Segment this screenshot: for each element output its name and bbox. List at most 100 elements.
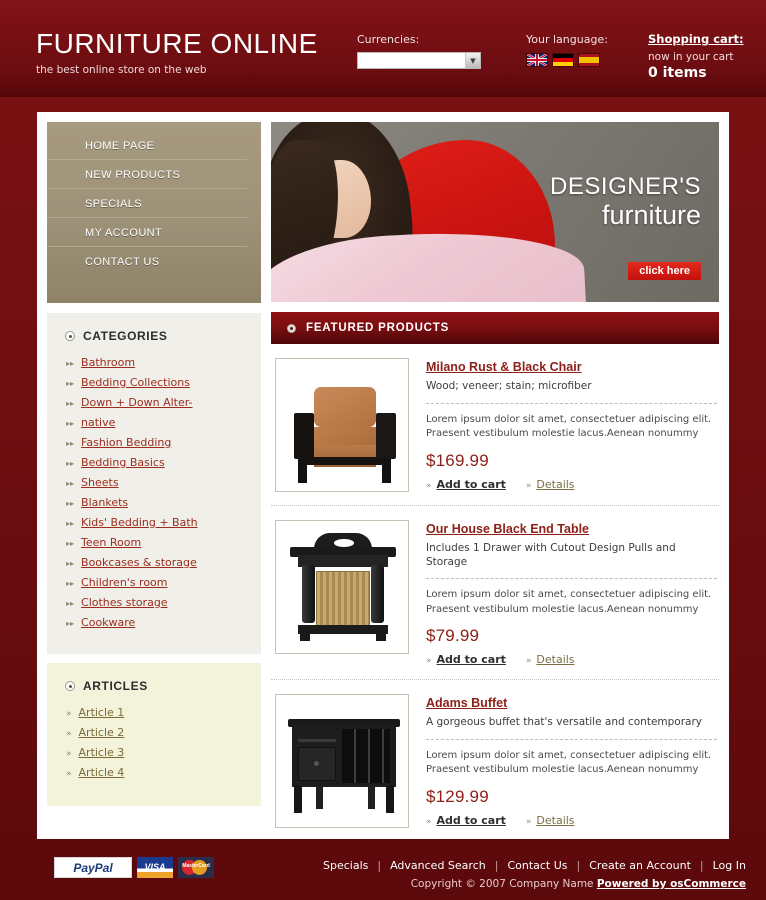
payment-methods: PayPal VISA MasterCard xyxy=(54,857,214,878)
add-to-cart-action[interactable]: » Add to cart xyxy=(426,478,506,491)
uk-flag-icon[interactable] xyxy=(526,53,548,67)
product-description: Lorem ipsum dolor sit amet, consectetuer… xyxy=(426,749,712,776)
category-link-down-down-alter[interactable]: Down + Down Alter- xyxy=(81,396,193,409)
double-chevron-icon: » xyxy=(66,729,72,739)
banner-click-here-button[interactable]: click here xyxy=(628,262,701,280)
shopping-cart-link[interactable]: Shopping cart: xyxy=(648,32,744,47)
add-to-cart-action[interactable]: » Add to cart xyxy=(426,814,506,827)
list-item[interactable]: ▸▸ Children's room xyxy=(61,576,247,589)
categories-box: CATEGORIES ▸▸ Bathroom ▸▸ Bedding Collecti… xyxy=(47,313,261,654)
product-image-milano-chair[interactable] xyxy=(275,358,409,492)
category-link-bathroom[interactable]: Bathroom xyxy=(81,356,135,369)
nav-item-specials[interactable]: SPECIALS xyxy=(47,198,247,218)
spain-flag-icon[interactable] xyxy=(578,53,600,67)
product-name-link[interactable]: Our House Black End Table xyxy=(426,522,717,537)
logo-title: FURNITURE ONLINE xyxy=(36,28,318,59)
list-item[interactable]: ▸▸ Bathroom xyxy=(61,356,247,369)
article-link-1[interactable]: Article 1 xyxy=(79,706,125,719)
product-price: $79.99 xyxy=(426,626,480,646)
nav-item-home-page[interactable]: HOME PAGE xyxy=(47,140,247,160)
category-link-bookcases-storage[interactable]: Bookcases & storage xyxy=(81,556,197,569)
footer-link-log-in[interactable]: Log In xyxy=(713,859,746,872)
product-subtitle: A gorgeous buffet that's versatile and c… xyxy=(426,716,703,729)
site-logo[interactable]: FURNITURE ONLINE the best online store o… xyxy=(36,28,318,77)
visa-logo-icon: VISA xyxy=(137,857,173,878)
footer-link-specials[interactable]: Specials xyxy=(323,859,368,872)
list-item[interactable]: ▸▸ Sheets xyxy=(61,476,247,489)
product-name-link[interactable]: Adams Buffet xyxy=(426,696,717,711)
list-item[interactable]: ▸▸ Clothes storage xyxy=(61,596,247,609)
category-link-teen-room[interactable]: Teen Room xyxy=(81,536,141,549)
category-link-bedding-basics[interactable]: Bedding Basics xyxy=(81,456,165,469)
banner-headline: DESIGNER'S furniture xyxy=(550,175,701,230)
list-item[interactable]: ▸▸ Bedding Basics xyxy=(61,456,247,469)
details-link[interactable]: Details xyxy=(536,814,574,827)
separator: | xyxy=(699,859,704,872)
powered-by-link[interactable]: Powered by osCommerce xyxy=(597,878,746,890)
hero-banner[interactable]: DESIGNER'S furniture click here xyxy=(271,122,719,302)
footer-link-advanced-search[interactable]: Advanced Search xyxy=(390,859,486,872)
product-name-link[interactable]: Milano Rust & Black Chair xyxy=(426,360,717,375)
category-link-kids-bedding-bath[interactable]: Kids' Bedding + Bath xyxy=(81,516,198,529)
currency-select[interactable]: ▼ xyxy=(357,52,481,69)
logo-tagline: the best online store on the web xyxy=(36,64,207,76)
category-link-clothes-storage[interactable]: Clothes storage xyxy=(81,596,168,609)
article-link-4[interactable]: Article 4 xyxy=(79,766,125,779)
footer-link-contact-us[interactable]: Contact Us xyxy=(507,859,567,872)
list-item[interactable]: ▸▸ Bedding Collections xyxy=(61,376,247,389)
list-item[interactable]: ▸▸ Teen Room xyxy=(61,536,247,549)
list-item[interactable]: ▸▸ Down + Down Alter- xyxy=(61,396,247,409)
category-link-sheets[interactable]: Sheets xyxy=(81,476,119,489)
list-item[interactable]: ▸▸ Cookware xyxy=(61,616,247,629)
category-link-fashion-bedding[interactable]: Fashion Bedding xyxy=(81,436,171,449)
details-action[interactable]: » Details xyxy=(526,814,575,827)
category-link-bedding-collections[interactable]: Bedding Collections xyxy=(81,376,190,389)
add-to-cart-action[interactable]: » Add to cart xyxy=(426,653,506,666)
footer-link-create-an-account[interactable]: Create an Account xyxy=(589,859,691,872)
details-action[interactable]: » Details xyxy=(526,653,575,666)
article-link-3[interactable]: Article 3 xyxy=(79,746,125,759)
nav-item-contact-us[interactable]: CONTACT US xyxy=(47,256,247,268)
add-to-cart-button[interactable]: Add to cart xyxy=(437,814,506,827)
category-link-native[interactable]: native xyxy=(81,416,115,429)
details-link[interactable]: Details xyxy=(536,653,574,666)
list-item[interactable]: » Article 1 xyxy=(61,706,247,719)
list-item[interactable]: » Article 4 xyxy=(61,766,247,779)
category-link-blankets[interactable]: Blankets xyxy=(81,496,128,509)
copyright-text: Copyright © 2007 Company Name Powered by… xyxy=(411,878,746,890)
double-arrow-icon: ▸▸ xyxy=(66,419,75,428)
double-arrow-icon: ▸▸ xyxy=(66,379,75,388)
list-item[interactable]: ▸▸ Bookcases & storage xyxy=(61,556,247,569)
double-chevron-icon: » xyxy=(426,480,432,491)
nav-item-new-products[interactable]: NEW PRODUCTS xyxy=(47,169,247,189)
list-item[interactable]: » Article 3 xyxy=(61,746,247,759)
product-info: Adams Buffet A gorgeous buffet that's ve… xyxy=(426,694,717,828)
add-to-cart-button[interactable]: Add to cart xyxy=(437,478,506,491)
list-item[interactable]: ▸▸ Blankets xyxy=(61,496,247,509)
product-image-end-table[interactable] xyxy=(275,520,409,654)
double-arrow-icon: ▸▸ xyxy=(66,499,75,508)
category-link-childrens-room[interactable]: Children's room xyxy=(81,576,167,589)
main-column: DESIGNER'S furniture click here FEATURED… xyxy=(271,122,719,829)
article-link-2[interactable]: Article 2 xyxy=(79,726,125,739)
product-image-adams-buffet[interactable] xyxy=(275,694,409,829)
bullet-icon xyxy=(65,681,75,691)
double-chevron-icon: » xyxy=(525,816,532,827)
add-to-cart-button[interactable]: Add to cart xyxy=(437,653,506,666)
list-item[interactable]: ▸▸ Kids' Bedding + Bath xyxy=(61,516,247,529)
category-link-cookware[interactable]: Cookware xyxy=(81,616,135,629)
details-action[interactable]: » Details xyxy=(526,478,575,491)
product-price: $129.99 xyxy=(426,786,489,806)
list-item[interactable]: ▸▸ Fashion Bedding xyxy=(61,436,247,449)
language-section: Your language: xyxy=(526,33,608,67)
list-item[interactable]: ▸▸ native xyxy=(61,416,247,429)
footer-links: Specials | Advanced Search | Contact Us … xyxy=(323,859,746,872)
shopping-cart-section[interactable]: Shopping cart: now in your cart 0 items xyxy=(648,32,744,81)
double-arrow-icon: ▸▸ xyxy=(66,599,75,608)
separator: | xyxy=(576,859,581,872)
germany-flag-icon[interactable] xyxy=(552,53,574,67)
details-link[interactable]: Details xyxy=(536,478,574,491)
bullet-icon xyxy=(287,323,296,333)
nav-item-my-account[interactable]: MY ACCOUNT xyxy=(47,227,247,247)
list-item[interactable]: » Article 2 xyxy=(61,726,247,739)
